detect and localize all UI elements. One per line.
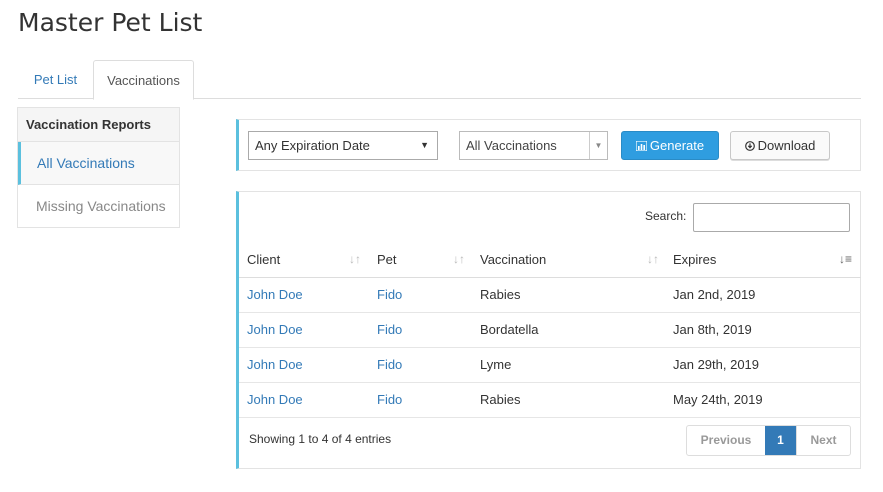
pet-link[interactable]: Fido (377, 322, 402, 337)
column-header-client[interactable]: Client ↓↑ (247, 252, 361, 278)
column-label: Vaccination (480, 252, 547, 267)
download-button[interactable]: Download (730, 131, 830, 160)
expires-cell: Jan 2nd, 2019 (673, 287, 756, 302)
client-link[interactable]: John Doe (247, 392, 303, 407)
column-label: Client (247, 252, 281, 267)
table-row: John Doe Fido Bordatella Jan 8th, 2019 (239, 313, 861, 348)
column-label: Pet (377, 252, 397, 267)
filter-bar: Any Expiration Date ▼ All Vaccinations ▼… (236, 119, 861, 171)
pagination-page-1[interactable]: 1 (765, 426, 796, 455)
vaccination-select-value: All Vaccinations (466, 138, 557, 153)
download-label: Download (757, 138, 816, 153)
sidebar-header: Vaccination Reports (18, 108, 179, 142)
pet-link[interactable]: Fido (377, 287, 402, 302)
table-info: Showing 1 to 4 of 4 entries (249, 432, 392, 446)
pagination-previous-button[interactable]: Previous (687, 426, 765, 455)
table-row: John Doe Fido Lyme Jan 29th, 2019 (239, 348, 861, 383)
vaccinations-table-panel: Search: Client ↓↑ Pet ↓↑ Vaccination ↓↑ … (236, 191, 861, 469)
sidebar-item-all-vaccinations[interactable]: All Vaccinations (18, 142, 179, 185)
column-header-pet[interactable]: Pet ↓↑ (377, 252, 465, 278)
vaccination-select[interactable]: All Vaccinations ▼ (459, 131, 608, 160)
client-link[interactable]: John Doe (247, 287, 303, 302)
sort-icon: ↓↑ (349, 252, 361, 266)
sort-ascending-icon: ↓≡ (838, 252, 852, 266)
bar-chart-icon (635, 134, 648, 161)
generate-button[interactable]: Generate (621, 131, 719, 160)
column-header-expires[interactable]: Expires ↓≡ (673, 252, 852, 278)
tab-vaccinations[interactable]: Vaccinations (93, 60, 194, 100)
download-circle-icon (744, 134, 755, 161)
vaccination-cell: Rabies (480, 392, 521, 407)
tab-bar: Pet List Vaccinations (18, 60, 861, 100)
table-row: John Doe Fido Rabies Jan 2nd, 2019 (239, 278, 861, 313)
caret-down-icon: ▼ (420, 140, 429, 150)
pet-link[interactable]: Fido (377, 392, 402, 407)
tab-pet-list[interactable]: Pet List (18, 60, 93, 99)
vaccination-cell: Lyme (480, 357, 512, 372)
vaccination-cell: Rabies (480, 287, 521, 302)
sort-icon: ↓↑ (647, 252, 659, 266)
generate-label: Generate (649, 138, 705, 153)
table-row: John Doe Fido Rabies May 24th, 2019 (239, 383, 861, 418)
column-header-vaccination[interactable]: Vaccination ↓↑ (480, 252, 659, 278)
expiration-select-value: Any Expiration Date (255, 138, 370, 153)
expiration-date-select[interactable]: Any Expiration Date ▼ (248, 131, 438, 160)
sort-icon: ↓↑ (453, 252, 465, 266)
chevron-down-icon: ▼ (589, 132, 607, 159)
expires-cell: Jan 29th, 2019 (673, 357, 760, 372)
search-input[interactable] (693, 203, 850, 232)
search-label: Search: (645, 209, 687, 223)
expires-cell: May 24th, 2019 (673, 392, 763, 407)
sidebar-item-missing-vaccinations[interactable]: Missing Vaccinations (18, 185, 179, 228)
vaccination-cell: Bordatella (480, 322, 539, 337)
sidebar: Vaccination Reports All Vaccinations Mis… (17, 107, 180, 228)
pagination: Previous 1 Next (686, 425, 851, 456)
pet-link[interactable]: Fido (377, 357, 402, 372)
column-label: Expires (673, 252, 717, 267)
client-link[interactable]: John Doe (247, 357, 303, 372)
pagination-next-button[interactable]: Next (796, 426, 850, 455)
client-link[interactable]: John Doe (247, 322, 303, 337)
expires-cell: Jan 8th, 2019 (673, 322, 752, 337)
page-title: Master Pet List (18, 8, 203, 37)
